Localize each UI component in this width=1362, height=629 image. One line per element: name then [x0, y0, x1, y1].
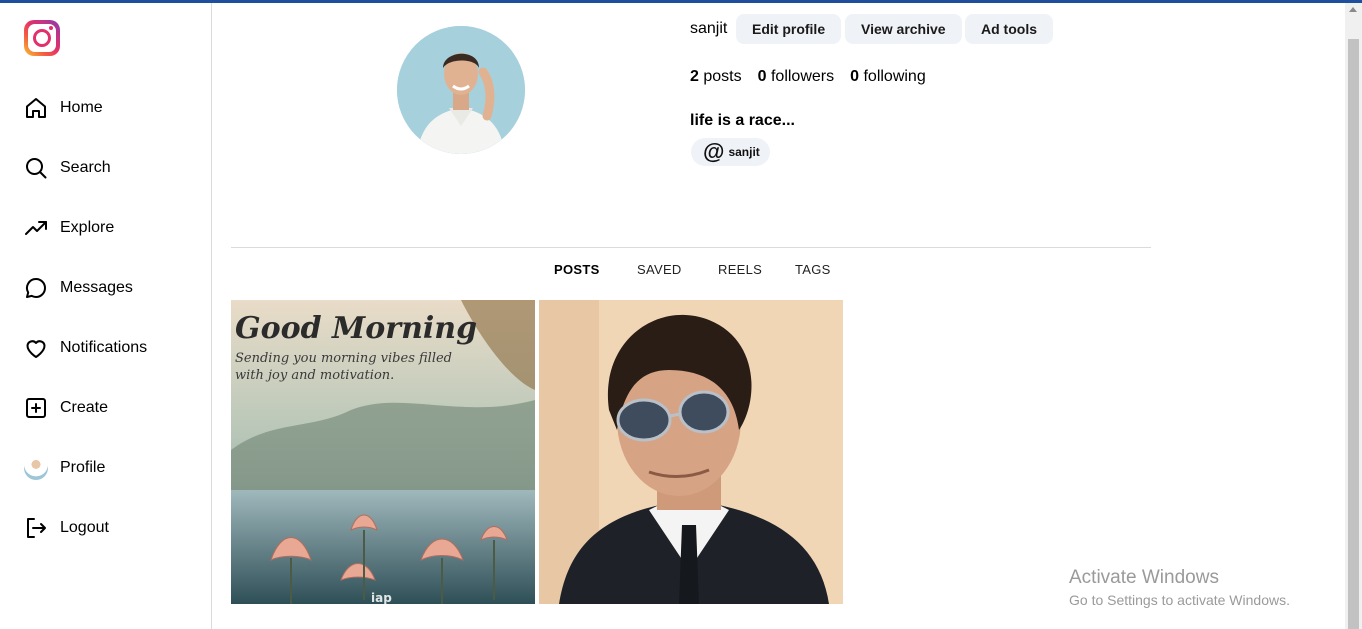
sidebar-item-create[interactable]: Create	[24, 395, 108, 421]
profile-divider	[231, 247, 1151, 248]
sidebar-item-label: Logout	[60, 519, 109, 536]
sidebar-item-label: Notifications	[60, 339, 148, 356]
heart-icon	[26, 340, 46, 358]
edit-profile-button[interactable]: Edit profile	[736, 14, 842, 44]
post-caption: Sending you morning vibes filled with jo…	[235, 351, 453, 383]
windows-activation-watermark: Activate Windows Go to Settings to activ…	[1069, 567, 1290, 608]
following-label: following	[863, 68, 926, 85]
watermark-subtitle: Go to Settings to activate Windows.	[1069, 592, 1290, 608]
sidebar-item-home[interactable]: Home	[24, 95, 103, 121]
ad-tools-button[interactable]: Ad tools	[965, 14, 1053, 44]
sidebar-item-notifications[interactable]: Notifications	[24, 335, 147, 361]
sidebar: Home Search Explore Messages Notificatio…	[0, 3, 212, 629]
sidebar-item-label: Explore	[60, 219, 115, 236]
scrollbar-thumb[interactable]	[1348, 39, 1359, 629]
watermark-title: Activate Windows	[1069, 567, 1219, 588]
followers-label: followers	[770, 68, 835, 85]
plus-square-icon	[26, 398, 46, 418]
sidebar-item-label: Search	[60, 159, 111, 176]
following-count: 0	[850, 68, 860, 85]
followers-count: 0	[757, 68, 767, 85]
profile-bio: life is a race...	[690, 112, 795, 129]
instagram-logo-icon[interactable]	[24, 20, 60, 56]
threads-badge[interactable]: @ sanjit	[691, 138, 770, 166]
threads-icon: @	[703, 139, 725, 164]
scroll-up-arrow-icon[interactable]	[1349, 7, 1357, 12]
tab-saved[interactable]: SAVED	[637, 262, 682, 277]
sidebar-item-label: Create	[60, 399, 109, 416]
search-icon	[26, 158, 47, 179]
profile-username: sanjit	[690, 20, 728, 37]
tab-tags[interactable]: TAGS	[795, 262, 831, 277]
sidebar-item-profile[interactable]: Profile	[24, 455, 105, 481]
sidebar-item-search[interactable]: Search	[24, 155, 111, 181]
posts-count: 2	[690, 68, 699, 85]
sidebar-item-explore[interactable]: Explore	[24, 215, 114, 241]
followers-stat[interactable]: 0 followers	[758, 68, 835, 86]
post-thumbnail[interactable]: Good Morning Sending you morning vibes f…	[231, 300, 535, 604]
sidebar-item-logout[interactable]: Logout	[24, 515, 109, 541]
following-stat[interactable]: 0 following	[850, 68, 926, 86]
avatar	[24, 456, 48, 480]
posts-stat: 2 posts	[690, 68, 742, 86]
sidebar-item-label: Profile	[60, 459, 106, 476]
tab-reels[interactable]: REELS	[718, 262, 762, 277]
sidebar-item-label: Home	[60, 99, 103, 116]
home-icon	[26, 98, 46, 118]
post-watermark-mark: iap	[371, 591, 392, 604]
logout-icon	[27, 518, 46, 538]
post-thumbnail[interactable]	[539, 300, 843, 604]
post-title: Good Morning	[235, 311, 477, 346]
posts-label: posts	[703, 68, 742, 85]
message-icon	[26, 278, 46, 298]
tab-posts[interactable]: POSTS	[554, 262, 600, 277]
vertical-scrollbar[interactable]	[1345, 3, 1362, 629]
profile-avatar[interactable]	[397, 26, 525, 154]
view-archive-button[interactable]: View archive	[845, 14, 962, 44]
threads-handle: sanjit	[728, 145, 760, 159]
sidebar-item-messages[interactable]: Messages	[24, 275, 133, 301]
sidebar-item-label: Messages	[60, 279, 133, 296]
trending-icon	[25, 221, 47, 235]
profile-stats: 2 posts 0 followers 0 following	[690, 68, 926, 86]
